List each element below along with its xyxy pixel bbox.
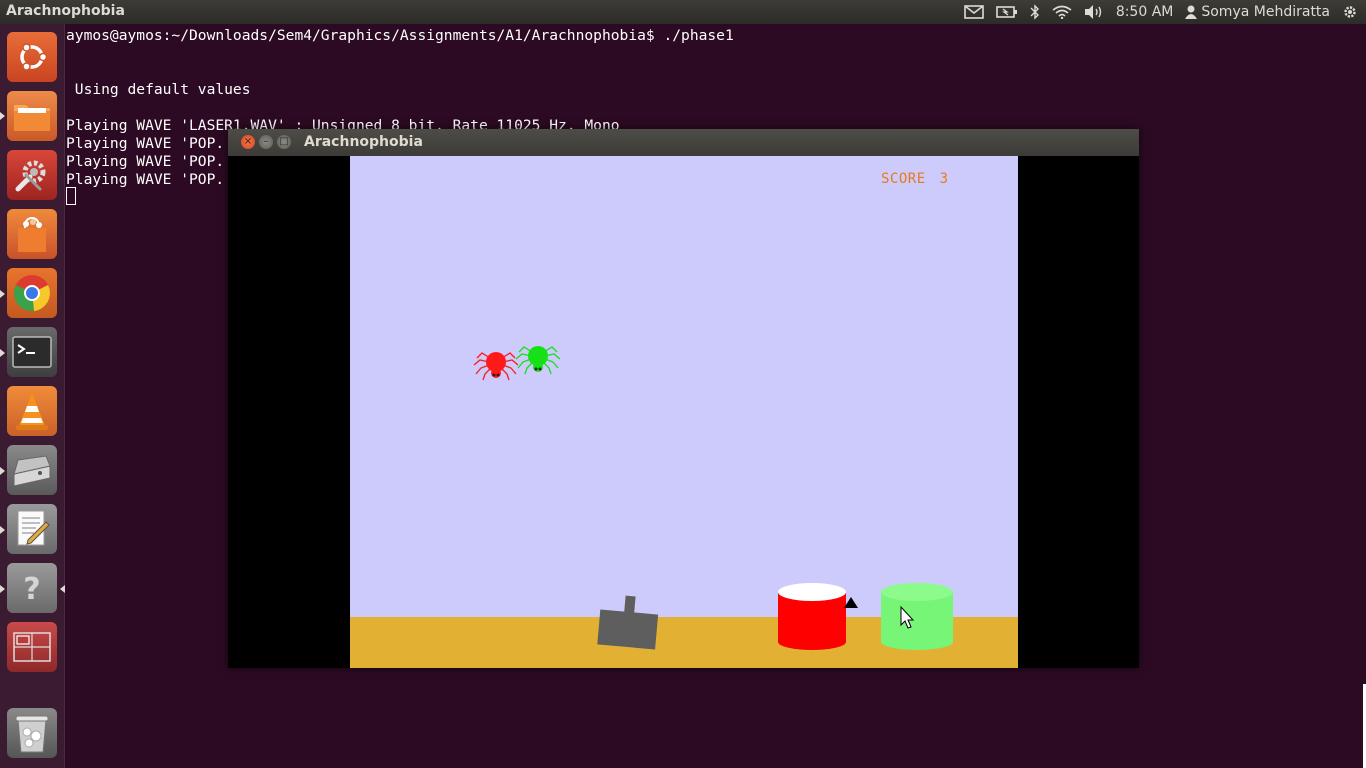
running-indicator [0, 585, 5, 593]
minimize-icon: – [263, 136, 269, 147]
settings-icon [15, 160, 46, 192]
green-spider[interactable] [515, 346, 561, 375]
volume-icon[interactable] [1084, 4, 1104, 20]
terminal-icon [12, 336, 52, 368]
terminal-line: Playing WAVE 'POP. [66, 171, 225, 188]
launcher: ? [0, 24, 65, 768]
trash-icon [15, 715, 49, 753]
wifi-icon[interactable] [1052, 5, 1072, 19]
workspace-switcher-button[interactable] [7, 622, 57, 672]
scanner-button[interactable] [7, 445, 57, 495]
window-titlebar[interactable]: × – □ Arachnophobia [228, 129, 1139, 156]
folder-icon [14, 105, 50, 131]
terminal-prompt-line: aymos@aymos:~/Downloads/Sem4/Graphics/As… [66, 27, 734, 44]
running-indicator [0, 526, 5, 534]
game-window: × – □ Arachnophobia SCORE 3 [228, 129, 1139, 668]
chrome-button[interactable] [7, 268, 57, 318]
scanner-icon [13, 455, 51, 487]
files-button[interactable] [7, 91, 57, 141]
running-indicator [0, 349, 5, 357]
green-basket[interactable] [881, 583, 953, 650]
close-icon: × [243, 136, 253, 147]
vlc-cone-icon [16, 393, 48, 430]
gear-icon[interactable] [1342, 4, 1358, 20]
chrome-icon [14, 275, 50, 312]
trash-button[interactable] [7, 708, 57, 758]
close-button[interactable]: × [241, 135, 255, 149]
running-indicator [0, 290, 5, 298]
terminal-line: Playing WAVE 'POP. [66, 135, 225, 152]
red-spider[interactable] [473, 352, 519, 381]
running-indicator [0, 467, 5, 475]
cannon[interactable] [597, 594, 659, 650]
user-icon [1185, 5, 1198, 19]
terminal-cursor [66, 187, 76, 205]
svg-text:?: ? [23, 572, 40, 607]
battery-icon[interactable] [996, 5, 1018, 19]
dash-home-button[interactable] [7, 32, 57, 82]
workspace-icon [13, 632, 51, 662]
user-name: Somya Mehdiratta [1201, 4, 1330, 20]
system-settings-button[interactable] [7, 150, 57, 200]
red-basket[interactable] [778, 583, 846, 650]
basket-selector-arrow [844, 597, 858, 608]
terminal-button[interactable] [7, 327, 57, 377]
terminal-line: Using default values [66, 81, 251, 98]
game-canvas[interactable]: SCORE 3 [228, 156, 1139, 668]
game-objects [473, 346, 953, 650]
help-button[interactable]: ? [7, 563, 57, 613]
text-editor-button[interactable] [7, 504, 57, 554]
mail-icon[interactable] [964, 5, 984, 19]
user-menu[interactable]: Somya Mehdiratta [1185, 4, 1330, 20]
vlc-button[interactable] [7, 386, 57, 436]
window-title: Arachnophobia [304, 134, 423, 150]
maximize-button[interactable]: □ [277, 135, 291, 149]
clock[interactable]: 8:50 AM [1116, 4, 1174, 20]
shopping-bag-icon [18, 216, 46, 252]
terminal-line: Playing WAVE 'POP. [66, 153, 225, 170]
indicator-area: 8:50 AM Somya Mehdiratta [964, 2, 1358, 22]
top-panel: Arachnophobia 8:50 AM Somya Mehdiratta [0, 0, 1366, 24]
running-indicator [0, 112, 5, 120]
text-editor-icon [17, 510, 50, 546]
bluetooth-icon[interactable] [1030, 4, 1040, 20]
maximize-icon: □ [279, 136, 289, 147]
software-center-button[interactable] [7, 209, 57, 259]
active-app-title: Arachnophobia [6, 3, 125, 19]
help-icon: ? [23, 572, 40, 607]
ubuntu-logo-icon [20, 43, 48, 71]
minimize-button[interactable]: – [259, 135, 273, 149]
